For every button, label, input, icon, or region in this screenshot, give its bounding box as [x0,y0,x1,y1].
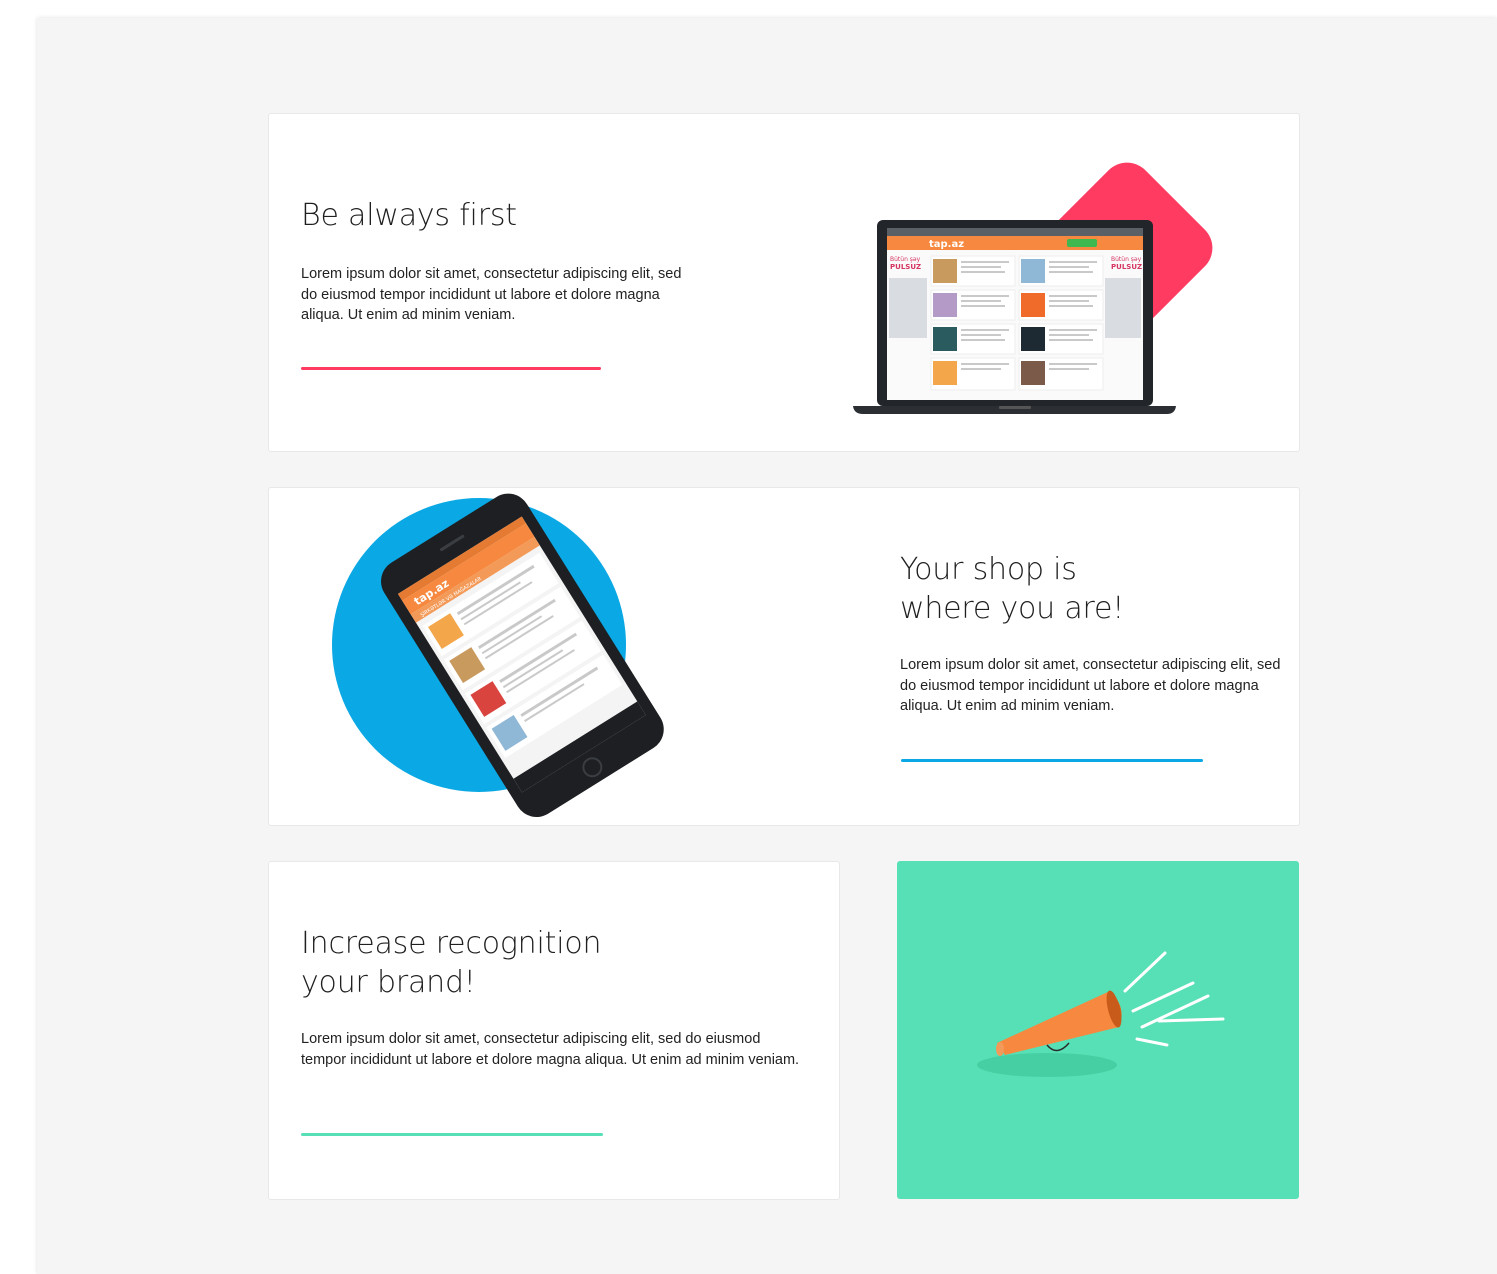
feature-card-brand-recognition: Increase recognition your brand! Lorem i… [268,861,840,1200]
svg-text:Bütün şəy: Bütün şəy [890,256,921,263]
svg-text:PULSUZ: PULSUZ [890,263,921,271]
phone-illustration: tap.az ŞİRKƏTLƏR VƏ MAĞAZALAR [309,488,709,825]
card-title: Be always first [301,198,517,233]
laptop-illustration: tap.az Bütün şəy PULSUZ Bütün şəy PULSUZ [849,160,1229,420]
svg-text:PULSUZ: PULSUZ [1111,263,1142,271]
accent-line-blue [901,759,1203,762]
card-title: Your shop is where you are! [900,552,1125,626]
accent-line-green [301,1133,603,1136]
card-title: Increase recognition your brand! [301,926,602,1000]
megaphone-illustration [977,951,1225,1077]
megaphone-tile [897,861,1299,1199]
card-description: Lorem ipsum dolor sit amet, consectetur … [900,657,1281,714]
feature-card-be-always-first: Be always first Lorem ipsum dolor sit am… [268,113,1300,452]
card-description: Lorem ipsum dolor sit amet, consectetur … [301,1031,800,1068]
laptop-site-logo: tap.az [929,239,964,250]
accent-line-pink [301,367,601,370]
svg-text:Bütün şəy: Bütün şəy [1111,256,1142,263]
card-description: Lorem ipsum dolor sit amet, consectetur … [301,266,682,323]
feature-card-your-shop: tap.az ŞİRKƏTLƏR VƏ MAĞAZALAR Your shop … [268,487,1300,826]
